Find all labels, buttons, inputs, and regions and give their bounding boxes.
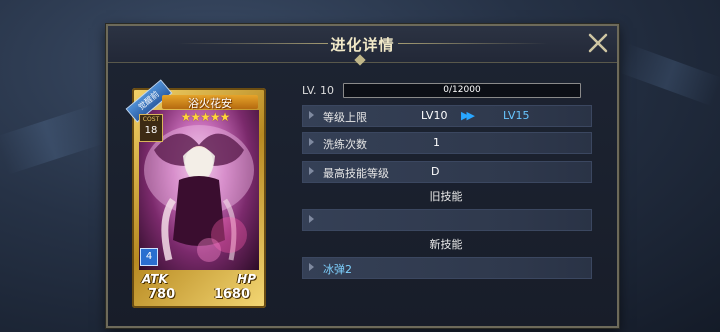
experience-text: 0/12000 [443,85,481,95]
hp-value: 1680 [213,287,250,302]
max-skill-level-label: 最高技能等级 [323,167,389,180]
background-streak [617,43,720,107]
panel-title: 进化详情 [330,36,395,54]
atk-label: ATK [142,272,168,286]
old-skill-row[interactable] [302,209,592,231]
panel-header: 进化详情 [108,26,617,66]
old-skills-title: 旧技能 [429,190,463,203]
level-cap-to: LV15 [503,109,530,122]
cost-value: 18 [144,125,158,136]
level-cap-label: 等级上限 [323,111,367,124]
hp-label: HP [237,272,256,286]
rarity-badge: 4 [140,248,158,266]
hero-name: 浴火花安 [162,95,258,110]
chevron-right-icon [309,167,314,175]
title-diamond-ornament [354,54,366,66]
refine-count-label: 洗练次数 [323,138,367,151]
refine-count-value: 1 [433,136,440,149]
level-cap-from: LV10 [421,109,448,122]
new-skill-name: 冰弹2 [323,263,352,276]
close-button[interactable] [585,30,611,56]
cost-label: COST [142,116,160,123]
hero-card[interactable]: 觉醒前 浴火花安 ★★★★★ COST 18 4 ATK HP 780 1680 [125,79,266,308]
level-label: LV. 10 [302,84,335,97]
evolution-detail-panel: 进化详情 觉醒前 浴火花安 ★★★★★ COST 18 4 ATK HP 780… [106,24,619,328]
double-arrow-icon: ▶▶ [461,109,475,122]
chevron-right-icon [309,138,314,146]
chevron-right-icon [309,215,314,223]
star-rating: ★★★★★ [180,110,231,124]
background-streak [0,105,104,175]
refine-count-row: 洗练次数 1 [302,132,592,154]
chevron-right-icon [309,111,314,119]
max-skill-level-row: 最高技能等级 D [302,161,592,183]
atk-value: 780 [148,287,176,302]
experience-bar: 0/12000 [343,83,581,98]
level-cap-row: 等级上限 LV10 ▶▶ LV15 [302,105,592,127]
new-skills-title: 新技能 [429,238,463,251]
new-skill-row[interactable]: 冰弹2 [302,257,592,279]
chevron-right-icon [309,263,314,271]
max-skill-level-value: D [431,165,440,178]
close-icon [588,33,608,53]
cost-badge: COST 18 [139,114,163,142]
